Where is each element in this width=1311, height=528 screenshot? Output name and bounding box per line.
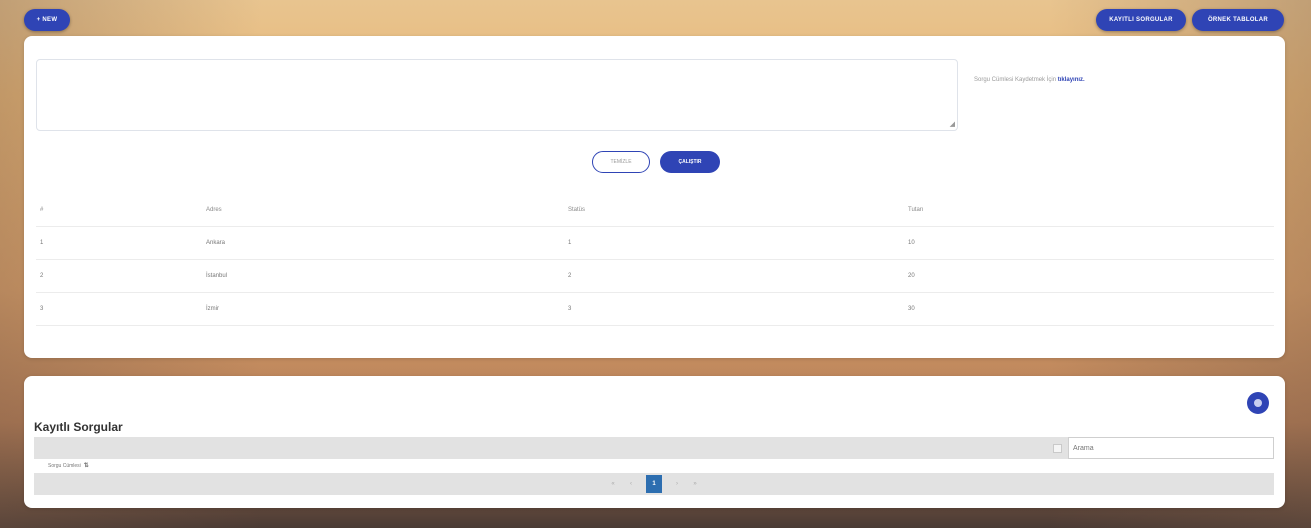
query-column-header[interactable]: Sorgu Cümlesi ⇅ xyxy=(48,462,89,469)
query-card: ◢ Sorgu Cümlesi Kaydetmek İçin tıklayını… xyxy=(24,36,1285,358)
search-input[interactable] xyxy=(1068,437,1274,459)
table-cell: İzmir xyxy=(206,306,219,312)
table-header-row: # Adres Statüs Tutarı xyxy=(36,194,1274,227)
query-textarea[interactable]: ◢ xyxy=(36,59,958,131)
column-header: Statüs xyxy=(568,207,586,213)
hint-text: Sorgu Cümlesi Kaydetmek İçin xyxy=(974,77,1057,83)
run-button[interactable]: ÇALIŞTIR xyxy=(660,151,720,173)
table-cell: İstanbul xyxy=(206,273,228,279)
table-cell: 20 xyxy=(908,273,915,279)
table-row: 3 İzmir 3 30 xyxy=(36,293,1274,326)
table-row: 2 İstanbul 2 20 xyxy=(36,260,1274,293)
table-cell: 2 xyxy=(568,273,572,279)
table-cell: 1 xyxy=(40,240,44,246)
table-cell: Ankara xyxy=(206,240,226,246)
result-table: # Adres Statüs Tutarı 1 Ankara 1 10 2 İs… xyxy=(36,194,1274,326)
clear-button[interactable]: TEMİZLE xyxy=(592,151,650,173)
column-header: Tutarı xyxy=(908,207,924,213)
column-header: Adres xyxy=(206,207,222,213)
column-header: # xyxy=(40,207,44,213)
resize-grip-icon[interactable]: ◢ xyxy=(950,120,955,128)
table-cell: 30 xyxy=(908,306,915,312)
sort-icon[interactable]: ⇅ xyxy=(84,463,89,469)
next-page-button[interactable]: › xyxy=(668,481,686,487)
save-query-link[interactable]: tıklayınız. xyxy=(1058,77,1085,83)
save-query-hint: Sorgu Cümlesi Kaydetmek İçin tıklayınız. xyxy=(974,77,1085,83)
last-page-button[interactable]: » xyxy=(686,481,704,487)
pagination: « ‹ 1 › » xyxy=(34,473,1274,495)
table-cell: 3 xyxy=(568,306,572,312)
prev-page-button[interactable]: ‹ xyxy=(622,481,640,487)
saved-queries-button[interactable]: KAYITLI SORGULAR xyxy=(1096,9,1186,31)
query-column-label: Sorgu Cümlesi xyxy=(48,463,81,469)
first-page-button[interactable]: « xyxy=(604,481,622,487)
table-cell: 1 xyxy=(568,240,572,246)
new-button[interactable]: + NEW xyxy=(24,9,70,31)
saved-queries-card: Kayıtlı Sorgular Sorgu Cümlesi⇅ « ‹ 1 › … xyxy=(24,376,1285,508)
select-checkbox[interactable] xyxy=(1053,444,1062,453)
table-cell: 3 xyxy=(40,306,44,312)
table-row: 1 Ankara 1 10 xyxy=(36,227,1274,260)
settings-round-icon[interactable] xyxy=(1247,392,1269,414)
sample-tables-button[interactable]: ÖRNEK TABLOLAR xyxy=(1192,9,1284,31)
saved-queries-title: Kayıtlı Sorgular xyxy=(34,420,123,434)
table-cell: 10 xyxy=(908,240,915,246)
table-cell: 2 xyxy=(40,273,44,279)
current-page-button[interactable]: 1 xyxy=(646,475,662,493)
grid-toolbar xyxy=(34,437,1274,459)
